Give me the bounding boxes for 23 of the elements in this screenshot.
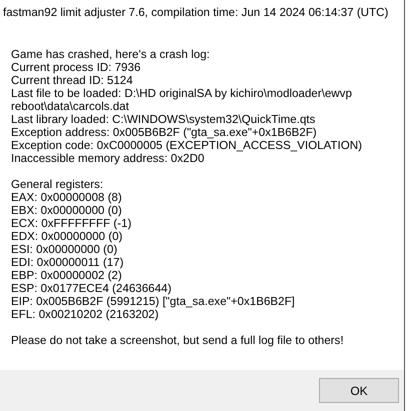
log-line: ESP: 0x0177ECE4 (24636644) (11, 282, 172, 295)
ok-button[interactable]: OK (319, 378, 399, 403)
log-line: Current process ID: 7936 (11, 61, 142, 74)
log-line: Exception address: 0x005B6B2F ("gta_sa.exe"+0x1B6B2F) (11, 126, 318, 139)
log-line: EIP: 0x005B6B2F (5991215) ["gta_sa.exe"+0x1B6B2F] (11, 295, 296, 308)
log-line: ESI: 0x00000000 (0) (11, 243, 118, 256)
log-line: EBP: 0x00000002 (2) (11, 269, 123, 282)
log-line: Current thread ID: 5124 (11, 74, 134, 87)
log-line: Last library loaded: C:\WINDOWS\system32\QuickTime.qts (11, 113, 316, 126)
log-line: EDI: 0x00000011 (17) (11, 256, 125, 269)
log-line: EDX: 0x00000000 (0) (11, 230, 124, 243)
log-line: EFL: 0x00210202 (2163202) (11, 308, 160, 321)
log-line: Exception code: 0xC0000005 (EXCEPTION_ACCESS_VIOLATION) (11, 139, 363, 152)
log-line: Game has crashed, here's a crash log: (11, 48, 211, 61)
window-title: fastman92 limit adjuster 7.6, compilation time: Jun 14 2024 06:14:37 (UTC) (3, 6, 388, 20)
log-line: reboot\data\carcols.dat (11, 100, 130, 113)
log-line: General registers: (11, 178, 104, 191)
log-line: EBX: 0x00000000 (0) (11, 204, 123, 217)
log-line: Last file to be loaded: D:\HD originalSA by kichiro\modloader\ewvp (11, 87, 353, 100)
log-line: Please do not take a screenshot, but send a full log file to others! (11, 334, 345, 347)
log-line: ECX: 0xFFFFFFFF (-1) (11, 217, 132, 230)
log-line: EAX: 0x00000008 (8) (11, 191, 123, 204)
log-line: Inaccessible memory address: 0x2D0 (11, 152, 206, 165)
